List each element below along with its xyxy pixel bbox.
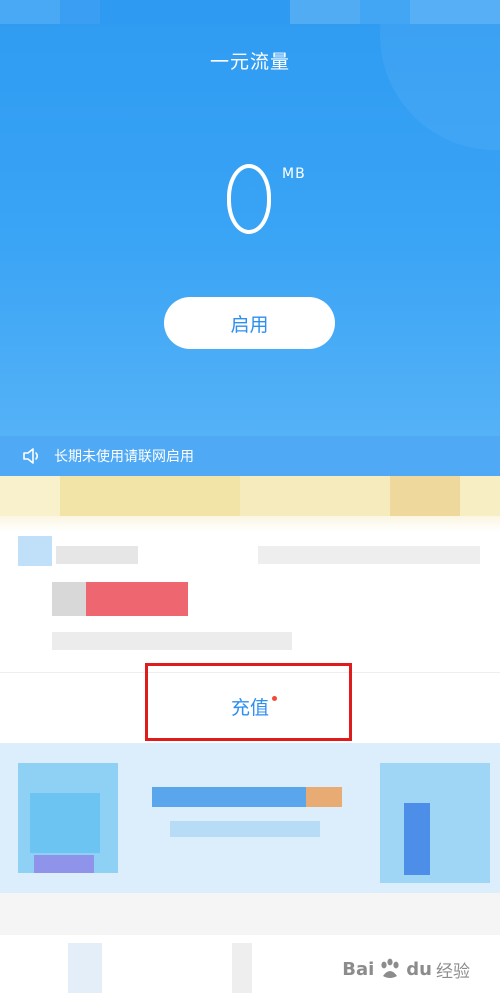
- baidu-watermark: Bai du 经验: [342, 956, 470, 982]
- data-value-zero: [227, 164, 271, 234]
- highlight-box: [145, 663, 352, 741]
- blurred-status-bar: [0, 0, 500, 24]
- blurred-badge: [86, 582, 188, 616]
- blurred-text: [56, 546, 138, 564]
- section-gap: [0, 893, 500, 935]
- blurred-promo-card: [0, 743, 500, 893]
- blurred-text: [52, 632, 292, 650]
- notice-bar: 长期未使用请联网启用: [0, 436, 500, 476]
- blurred-icon: [18, 536, 52, 566]
- watermark-suffix: 经验: [436, 961, 470, 982]
- data-unit: MB: [282, 166, 306, 182]
- watermark-brand-right: du: [406, 958, 432, 980]
- blurred-text: [258, 546, 480, 564]
- banner-fade: [0, 516, 500, 532]
- speaker-icon: [23, 448, 39, 464]
- notice-text: 长期未使用请联网启用: [54, 449, 194, 465]
- hero-panel: 一元流量 MB 启用: [0, 0, 500, 440]
- blurred-banner: [0, 476, 500, 516]
- blurred-avatar: [52, 582, 86, 616]
- watermark-brand-left: Bai: [342, 958, 375, 980]
- page-title: 一元流量: [209, 51, 290, 73]
- enable-button[interactable]: 启用: [164, 297, 335, 349]
- paw-icon: [381, 958, 399, 978]
